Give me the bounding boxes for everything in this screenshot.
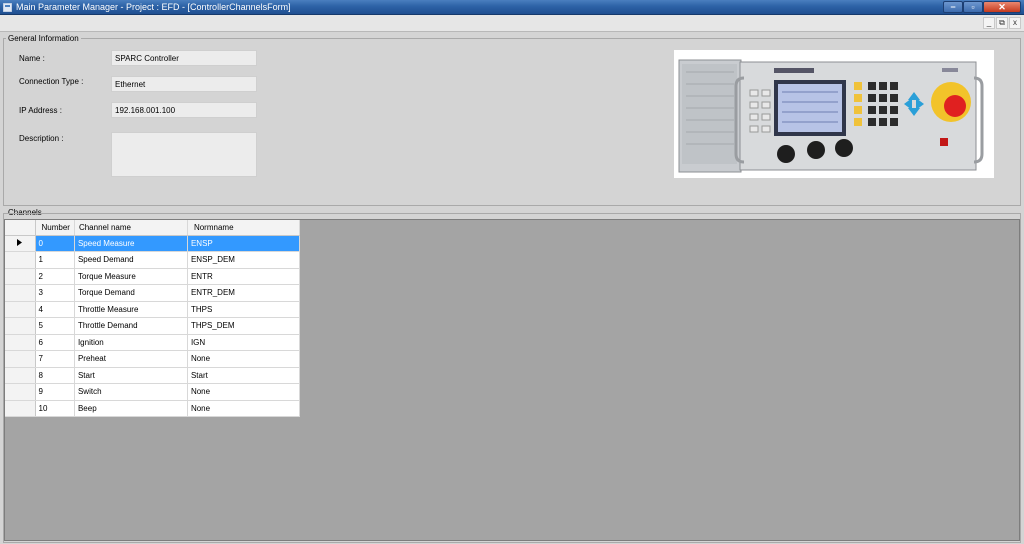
row-header[interactable] bbox=[5, 251, 36, 269]
cell-channel-name[interactable]: Ignition bbox=[74, 334, 188, 351]
cell-channel-name[interactable]: Speed Demand bbox=[74, 251, 188, 269]
child-close-button[interactable]: x bbox=[1009, 17, 1021, 29]
cell-channel-name[interactable]: Throttle Demand bbox=[74, 317, 188, 335]
cell-normname[interactable]: ENSP bbox=[187, 235, 300, 252]
row-header[interactable] bbox=[5, 400, 36, 417]
description-label: Description : bbox=[19, 134, 64, 143]
channels-table: Number Channel name Normname 0 Speed Meas… bbox=[5, 220, 300, 417]
table-row[interactable]: 4 Throttle Measure THPS bbox=[5, 301, 300, 318]
grid-body: 0 Speed Measure ENSP 1 Speed Demand ENSP_DEM 2… bbox=[5, 235, 300, 417]
cell-number[interactable]: 6 bbox=[35, 334, 75, 351]
controller-image bbox=[674, 50, 994, 178]
row-header[interactable] bbox=[5, 235, 36, 252]
table-row[interactable]: 10 Beep None bbox=[5, 400, 300, 417]
column-header-number[interactable]: Number bbox=[35, 220, 75, 236]
table-row[interactable]: 9 Switch None bbox=[5, 383, 300, 401]
cell-number[interactable]: 1 bbox=[35, 251, 75, 269]
table-row[interactable]: 8 Start Start bbox=[5, 367, 300, 384]
cell-channel-name[interactable]: Preheat bbox=[74, 350, 188, 368]
connection-type-label: Connection Type : bbox=[19, 77, 84, 86]
cell-channel-name[interactable]: Torque Measure bbox=[74, 268, 188, 285]
cell-number[interactable]: 8 bbox=[35, 367, 75, 384]
current-row-arrow-icon bbox=[17, 238, 23, 246]
child-minimize-button[interactable]: _ bbox=[983, 17, 995, 29]
close-button[interactable]: ✕ bbox=[983, 1, 1021, 13]
child-restore-button[interactable]: ⧉ bbox=[996, 17, 1008, 29]
general-information-legend: General Information bbox=[6, 34, 81, 43]
app-icon bbox=[3, 3, 12, 12]
grid-header-row: Number Channel name Normname bbox=[5, 220, 300, 236]
cell-channel-name[interactable]: Torque Demand bbox=[74, 284, 188, 302]
ip-address-label: IP Address : bbox=[19, 106, 62, 115]
cell-normname[interactable]: None bbox=[187, 350, 300, 368]
name-field[interactable]: SPARC Controller bbox=[111, 50, 257, 66]
cell-number[interactable]: 0 bbox=[35, 235, 75, 252]
mdi-control-strip: _ ⧉ x bbox=[0, 15, 1024, 32]
row-header[interactable] bbox=[5, 301, 36, 318]
cell-normname[interactable]: Start bbox=[187, 367, 300, 384]
cell-normname[interactable]: IGN bbox=[187, 334, 300, 351]
row-header[interactable] bbox=[5, 383, 36, 401]
cell-number[interactable]: 5 bbox=[35, 317, 75, 335]
table-row[interactable]: 0 Speed Measure ENSP bbox=[5, 235, 300, 252]
table-row[interactable]: 1 Speed Demand ENSP_DEM bbox=[5, 251, 300, 269]
connection-type-field[interactable]: Ethernet bbox=[111, 76, 257, 92]
cell-normname[interactable]: THPS bbox=[187, 301, 300, 318]
maximize-button[interactable]: ▫ bbox=[963, 1, 983, 13]
row-header[interactable] bbox=[5, 350, 36, 368]
channels-grid[interactable]: Number Channel name Normname 0 Speed Meas… bbox=[4, 219, 1020, 541]
cell-number[interactable]: 7 bbox=[35, 350, 75, 368]
cell-normname[interactable]: None bbox=[187, 400, 300, 417]
cell-channel-name[interactable]: Speed Measure bbox=[74, 235, 188, 252]
row-header[interactable] bbox=[5, 334, 36, 351]
grid-corner bbox=[5, 220, 36, 236]
description-field[interactable] bbox=[111, 132, 257, 177]
table-row[interactable]: 3 Torque Demand ENTR_DEM bbox=[5, 284, 300, 302]
cell-normname[interactable]: THPS_DEM bbox=[187, 317, 300, 335]
column-header-channel-name[interactable]: Channel name bbox=[74, 220, 188, 236]
cell-normname[interactable]: ENTR_DEM bbox=[187, 284, 300, 302]
cell-number[interactable]: 10 bbox=[35, 400, 75, 417]
sparc-controller-drawing bbox=[678, 59, 984, 173]
cell-channel-name[interactable]: Start bbox=[74, 367, 188, 384]
name-label: Name : bbox=[19, 54, 45, 63]
window-title: Main Parameter Manager - Project : EFD -… bbox=[16, 2, 291, 12]
minimize-button[interactable]: − bbox=[943, 1, 963, 13]
cell-number[interactable]: 4 bbox=[35, 301, 75, 318]
column-header-normname[interactable]: Normname bbox=[187, 220, 300, 236]
table-row[interactable]: 6 Ignition IGN bbox=[5, 334, 300, 351]
table-row[interactable]: 2 Torque Measure ENTR bbox=[5, 268, 300, 285]
ip-address-field[interactable]: 192.168.001.100 bbox=[111, 102, 257, 118]
row-header[interactable] bbox=[5, 284, 36, 302]
cell-channel-name[interactable]: Beep bbox=[74, 400, 188, 417]
cell-number[interactable]: 3 bbox=[35, 284, 75, 302]
table-row[interactable]: 7 Preheat None bbox=[5, 350, 300, 368]
cell-channel-name[interactable]: Switch bbox=[74, 383, 188, 401]
cell-normname[interactable]: ENSP_DEM bbox=[187, 251, 300, 269]
row-header[interactable] bbox=[5, 317, 36, 335]
cell-normname[interactable]: None bbox=[187, 383, 300, 401]
row-header[interactable] bbox=[5, 367, 36, 384]
table-row[interactable]: 5 Throttle Demand THPS_DEM bbox=[5, 317, 300, 335]
title-bar[interactable]: Main Parameter Manager - Project : EFD -… bbox=[0, 0, 1024, 15]
cell-normname[interactable]: ENTR bbox=[187, 268, 300, 285]
row-header[interactable] bbox=[5, 268, 36, 285]
cell-number[interactable]: 9 bbox=[35, 383, 75, 401]
cell-channel-name[interactable]: Throttle Measure bbox=[74, 301, 188, 318]
app-window: Main Parameter Manager - Project : EFD -… bbox=[0, 0, 1024, 544]
cell-number[interactable]: 2 bbox=[35, 268, 75, 285]
